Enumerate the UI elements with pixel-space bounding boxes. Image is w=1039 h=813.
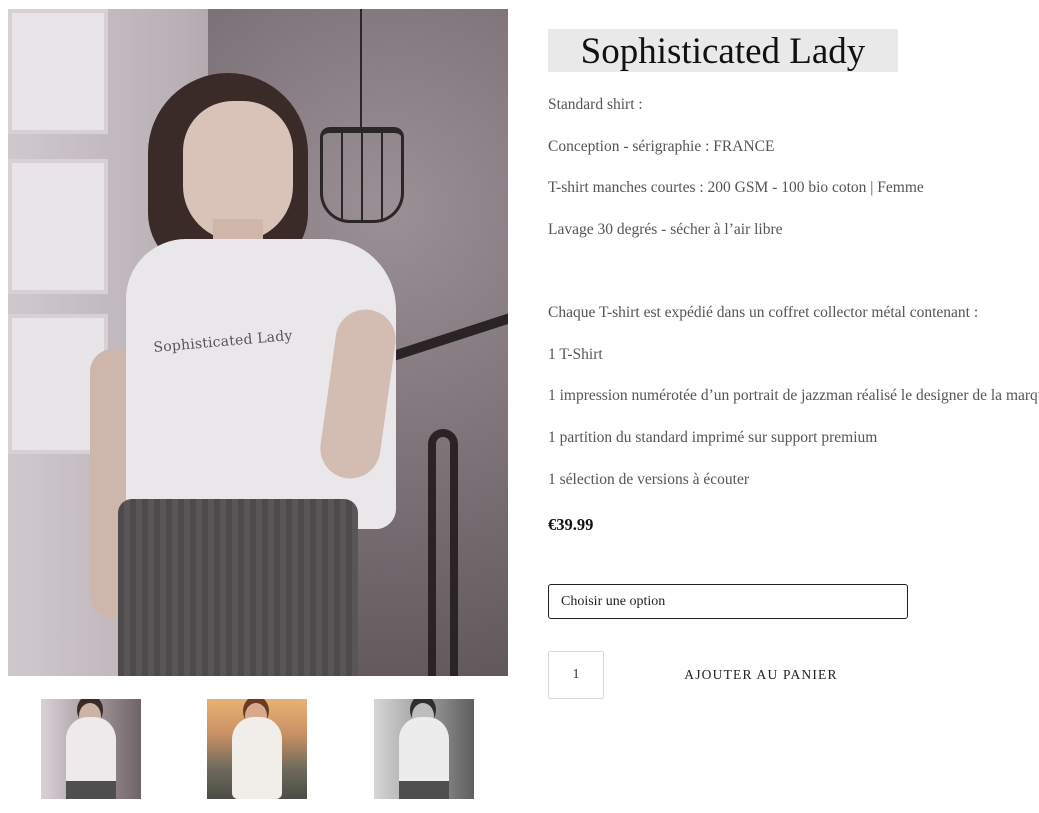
description-line: 1 impression numérotée d’un portrait de … xyxy=(548,387,1039,404)
stair-rail-post xyxy=(428,429,458,676)
option-select[interactable]: Choisir une option xyxy=(548,584,908,619)
description-line: Lavage 30 degrés - sécher à l’air libre xyxy=(548,221,783,238)
gallery-thumbnail-1[interactable] xyxy=(41,699,141,799)
description-line: 1 T-Shirt xyxy=(548,346,603,363)
description-line: 1 partition du standard imprimé sur supp… xyxy=(548,429,878,446)
gallery-thumbnail-3[interactable] xyxy=(374,699,474,799)
description-line: 1 sélection de versions à écouter xyxy=(548,471,749,488)
photo-window xyxy=(8,9,108,134)
thumb-figure-pants xyxy=(66,781,116,799)
lamp-cord xyxy=(360,9,362,129)
main-product-image[interactable]: Sophisticated Lady xyxy=(8,9,508,676)
gallery-thumbnail-2[interactable] xyxy=(207,699,307,799)
description-line: Conception - sérigraphie : FRANCE xyxy=(548,138,775,155)
product-title: Sophisticated Lady xyxy=(580,31,866,72)
description-line: Standard shirt : xyxy=(548,96,643,113)
pendant-lamp xyxy=(320,127,404,223)
thumb-figure-pants xyxy=(399,781,449,799)
add-to-cart-button[interactable]: AJOUTER AU PANIER xyxy=(646,651,876,699)
photo-window xyxy=(8,159,108,294)
description-line: Chaque T-shirt est expédié dans un coffr… xyxy=(548,304,979,321)
model-pants xyxy=(118,499,358,676)
option-select-value: Choisir une option xyxy=(561,594,666,609)
description-line: T-shirt manches courtes : 200 GSM - 100 … xyxy=(548,179,924,196)
product-price: €39.99 xyxy=(548,515,594,534)
quantity-input[interactable]: 1 xyxy=(548,651,604,699)
thumb-figure-body xyxy=(232,717,282,799)
